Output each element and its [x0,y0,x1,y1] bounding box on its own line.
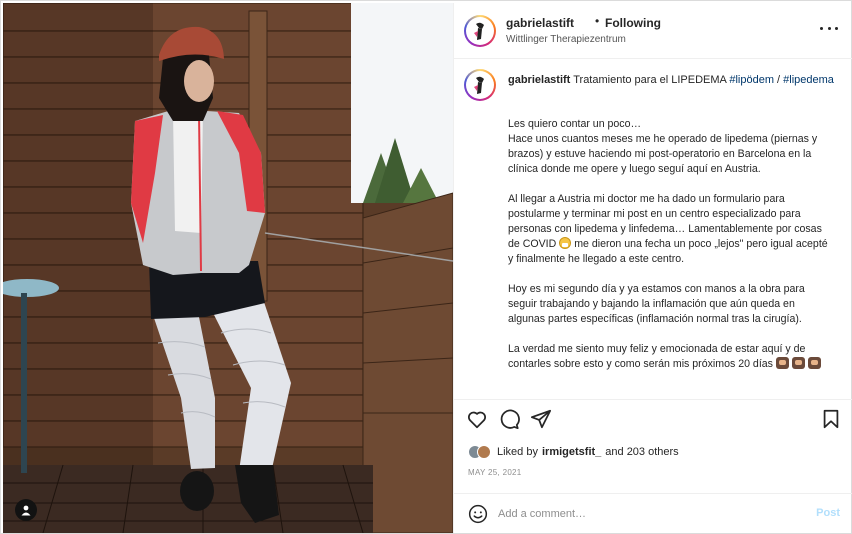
caption-section: gabrielastift Tratamiento para el LIPEDE… [454,59,852,399]
smiley-icon[interactable] [468,504,488,524]
post-modal: gabrielastift • Following Wittlinger The… [0,0,852,534]
post-photo[interactable] [3,3,453,533]
caption-paragraph-4: La verdad me siento muy feliz y emociona… [508,342,832,372]
caption-slash: / [777,74,781,86]
bookmark-icon[interactable] [820,408,842,430]
likes-summary[interactable]: Liked by irmigetsfit_ and 203 others [468,443,679,461]
likes-prefix: Liked by [497,446,538,458]
hands-emoji-icon [807,357,821,369]
comment-composer: Post [454,493,852,533]
paper-plane-icon[interactable] [530,408,552,430]
header-username[interactable]: gabrielastift [506,16,574,30]
caption-p1-rest: Hace unos cuantos meses me he operado de… [508,133,818,175]
post-date[interactable]: MAY 25, 2021 [468,468,522,477]
person-icon [21,505,31,516]
author-avatar[interactable] [464,15,496,47]
caption-p4-text: La verdad me siento muy feliz y emociona… [508,343,806,370]
hashtag-lipodem[interactable]: #lipödem [729,74,774,86]
action-bar [454,399,852,439]
caption-p2-after: me dieron una fecha un poco „lejos" pero… [508,238,828,265]
caption-avatar[interactable] [464,69,496,101]
comment-input[interactable] [498,503,798,525]
liker-avatar [477,445,491,459]
post-comment-button[interactable]: Post [816,507,840,519]
caption-title: Tratamiento para el LIPEDEMA [573,74,727,86]
tagged-users-button[interactable] [15,499,37,521]
caption-paragraph-3: Hoy es mi segundo día y ya estamos con m… [508,283,805,325]
more-options-icon[interactable] [820,21,838,35]
caption-paragraph-2: Al llegar a Austria mi doctor me ha dado… [508,192,832,267]
header-separator: • [595,14,600,28]
post-details-panel: gabrielastift • Following Wittlinger The… [453,3,852,533]
heart-icon[interactable] [466,408,488,430]
mask-emoji-icon [559,237,572,249]
caption-body: Les quiero contar un poco… Hace unos cua… [508,117,832,387]
post-header: gabrielastift • Following Wittlinger The… [454,3,852,59]
following-button[interactable]: Following [605,16,661,30]
avatar-illustration [468,19,492,43]
hashtag-lipedema[interactable]: #lipedema [783,74,834,86]
caption-username[interactable]: gabrielastift [508,74,570,86]
avatar-illustration [468,73,492,97]
hands-emoji-icon [775,357,789,369]
liker-username[interactable]: irmigetsfit_ [542,446,601,458]
comment-icon[interactable] [498,408,520,430]
likes-suffix[interactable]: and 203 others [605,446,678,458]
caption-header: gabrielastift Tratamiento para el LIPEDE… [508,73,838,88]
hands-emoji-icon [791,357,805,369]
caption-p1-line1: Les quiero contar un poco… [508,118,642,130]
photo-illustration [3,3,453,533]
location-link[interactable]: Wittlinger Therapiezentrum [506,34,626,45]
caption-paragraph-1: Les quiero contar un poco… Hace unos cua… [508,117,832,177]
